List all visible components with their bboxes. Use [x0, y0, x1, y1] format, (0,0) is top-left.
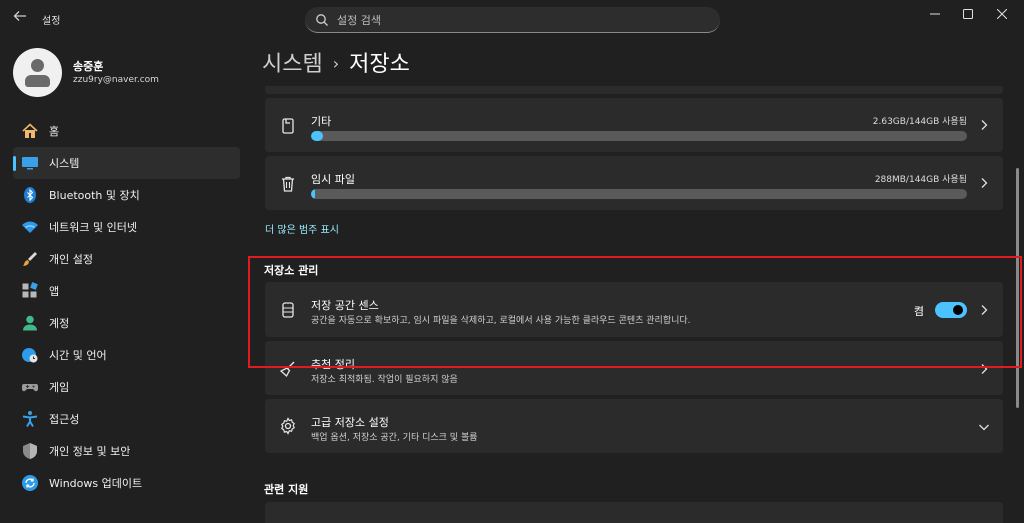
usage-text: 288MB/144GB 사용됨	[874, 175, 967, 185]
search-box[interactable]	[305, 7, 720, 33]
user-email: zzu9ry@naver.com	[73, 75, 159, 85]
sidebar-nav: 홈 시스템 Bluetooth 및 장치 네트워크 및 인터넷 개인 설정 앱 …	[13, 115, 240, 499]
sidebar-item-personalization[interactable]: 개인 설정	[13, 243, 240, 275]
monitor-icon	[21, 154, 39, 172]
category-temp-files[interactable]: 임시 파일 288MB/144GB 사용됨	[265, 156, 1003, 210]
accessibility-icon	[21, 410, 39, 428]
breadcrumb: 시스템 › 저장소	[262, 46, 410, 78]
sidebar-item-bluetooth[interactable]: Bluetooth 및 장치	[13, 179, 240, 211]
sidebar-item-time-language[interactable]: 시간 및 언어	[13, 339, 240, 371]
breadcrumb-parent[interactable]: 시스템	[262, 52, 323, 77]
other-files-icon	[282, 118, 294, 134]
close-button[interactable]	[985, 0, 1019, 28]
trash-icon	[282, 176, 294, 192]
home-icon	[21, 122, 39, 140]
back-arrow-icon[interactable]	[10, 9, 30, 29]
more-categories-link[interactable]: 더 많은 범주 표시	[265, 221, 339, 236]
update-icon	[21, 474, 39, 492]
user-name: 송중훈	[73, 60, 104, 73]
search-icon	[316, 14, 328, 26]
category-other[interactable]: 기타 2.63GB/144GB 사용됨	[265, 98, 1003, 152]
breadcrumb-separator-icon: ›	[332, 54, 340, 73]
apps-icon	[21, 282, 39, 300]
chevron-right-icon	[981, 120, 988, 130]
advanced-storage-settings-card[interactable]: 고급 저장소 설정 백업 옵션, 저장소 공간, 기타 디스크 및 볼륨	[265, 399, 1003, 453]
sidebar-item-accounts[interactable]: 계정	[13, 307, 240, 339]
previous-card-edge	[265, 86, 1003, 94]
app-title: 설정	[42, 16, 61, 27]
sidebar-item-gaming[interactable]: 게임	[13, 371, 240, 403]
maximize-button[interactable]	[951, 0, 985, 28]
sidebar: 송중훈 zzu9ry@naver.com 홈 시스템 Bluetooth 및 장…	[0, 38, 250, 523]
title-bar: 설정	[0, 0, 1024, 38]
usage-text: 2.63GB/144GB 사용됨	[872, 117, 967, 127]
globe-clock-icon	[21, 346, 39, 364]
gamepad-icon	[21, 378, 39, 396]
sidebar-item-home[interactable]: 홈	[13, 115, 240, 147]
avatar	[13, 48, 62, 97]
sidebar-item-network[interactable]: 네트워크 및 인터넷	[13, 211, 240, 243]
minimize-button[interactable]	[918, 0, 952, 28]
related-support-card[interactable]	[265, 502, 1003, 523]
chevron-down-icon	[979, 424, 989, 431]
usage-bar-fill	[311, 189, 315, 199]
bluetooth-icon	[21, 186, 39, 204]
usage-bar-fill	[311, 131, 323, 141]
brush-icon	[21, 250, 39, 268]
shield-icon	[21, 442, 39, 460]
sidebar-item-accessibility[interactable]: 접근성	[13, 403, 240, 435]
sidebar-item-system[interactable]: 시스템	[13, 147, 240, 179]
wifi-icon	[21, 218, 39, 236]
usage-bar	[311, 189, 967, 199]
page-title: 저장소	[349, 52, 410, 77]
section-title-related-support: 관련 지원	[264, 483, 309, 496]
sidebar-item-apps[interactable]: 앱	[13, 275, 240, 307]
usage-bar	[311, 131, 967, 141]
user-profile[interactable]: 송중훈 zzu9ry@naver.com	[13, 48, 243, 98]
sidebar-item-privacy[interactable]: 개인 정보 및 보안	[13, 435, 240, 467]
chevron-right-icon	[981, 178, 988, 188]
sidebar-item-windows-update[interactable]: Windows 업데이트	[13, 467, 240, 499]
gear-icon	[281, 417, 295, 435]
account-icon	[21, 314, 39, 332]
highlight-box	[248, 256, 1022, 368]
search-input[interactable]	[337, 11, 707, 29]
